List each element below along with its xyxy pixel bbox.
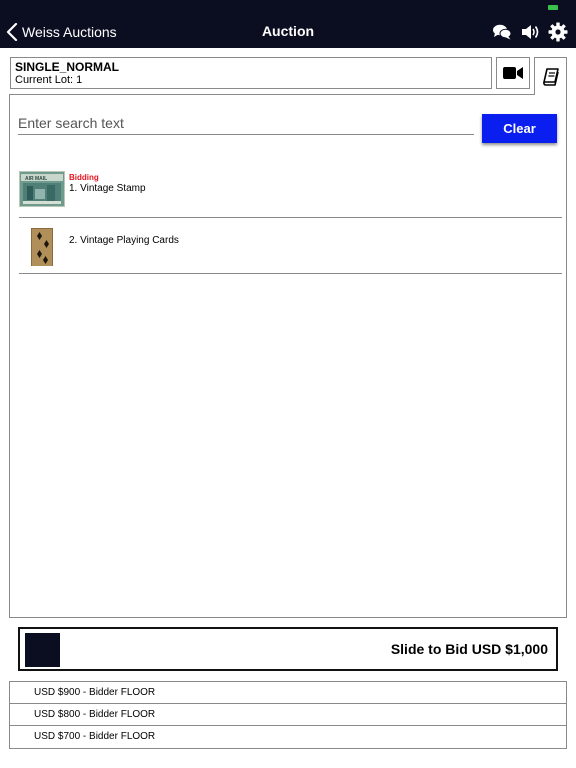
chat-icon[interactable]: [492, 22, 512, 42]
book-icon: [542, 67, 559, 86]
clear-button[interactable]: Clear: [482, 114, 557, 143]
lot-list-panel: Clear AIR MAIL Bidding 1. Vintage Stamp: [9, 94, 567, 618]
session-info: SINGLE_NORMAL Current Lot: 1: [10, 57, 492, 89]
current-lot: Current Lot: 1: [15, 74, 83, 86]
battery-indicator: [548, 5, 558, 10]
slider-handle[interactable]: [25, 633, 60, 667]
session-name: SINGLE_NORMAL: [15, 60, 120, 74]
lot-title: 2. Vintage Playing Cards: [69, 235, 179, 246]
slide-to-bid-label: Slide to Bid USD $1,000: [390, 641, 548, 657]
svg-text:AIR MAIL: AIR MAIL: [25, 176, 47, 182]
bid-history-row: USD $700 - Bidder FLOOR: [34, 731, 156, 742]
back-button[interactable]: Weiss Auctions: [6, 20, 117, 44]
lot-title: 1. Vintage Stamp: [69, 183, 146, 194]
bid-history: USD $900 - Bidder FLOOR USD $800 - Bidde…: [9, 681, 567, 749]
list-item[interactable]: AIR MAIL Bidding 1. Vintage Stamp: [19, 161, 562, 218]
speaker-icon[interactable]: [520, 22, 540, 42]
navigation-bar: Weiss Auctions Auction: [0, 0, 576, 48]
video-button[interactable]: [496, 57, 530, 89]
back-button-label: Weiss Auctions: [22, 24, 117, 40]
slide-to-bid[interactable]: Slide to Bid USD $1,000: [18, 627, 558, 671]
bid-history-row: USD $900 - Bidder FLOOR: [10, 682, 566, 704]
catalog-button[interactable]: [534, 57, 567, 95]
search-input[interactable]: [18, 111, 474, 135]
video-camera-icon: [503, 67, 523, 79]
stamp-thumbnail: AIR MAIL: [19, 171, 65, 207]
lot-status: Bidding: [69, 173, 99, 182]
chevron-left-icon: [6, 23, 18, 41]
lot-list: AIR MAIL Bidding 1. Vintage Stamp 2. Vin…: [19, 161, 562, 274]
list-item[interactable]: 2. Vintage Playing Cards: [19, 218, 562, 274]
gear-icon[interactable]: [548, 22, 568, 42]
playing-cards-thumbnail: [31, 228, 53, 266]
bid-history-row: USD $800 - Bidder FLOOR: [10, 704, 566, 726]
